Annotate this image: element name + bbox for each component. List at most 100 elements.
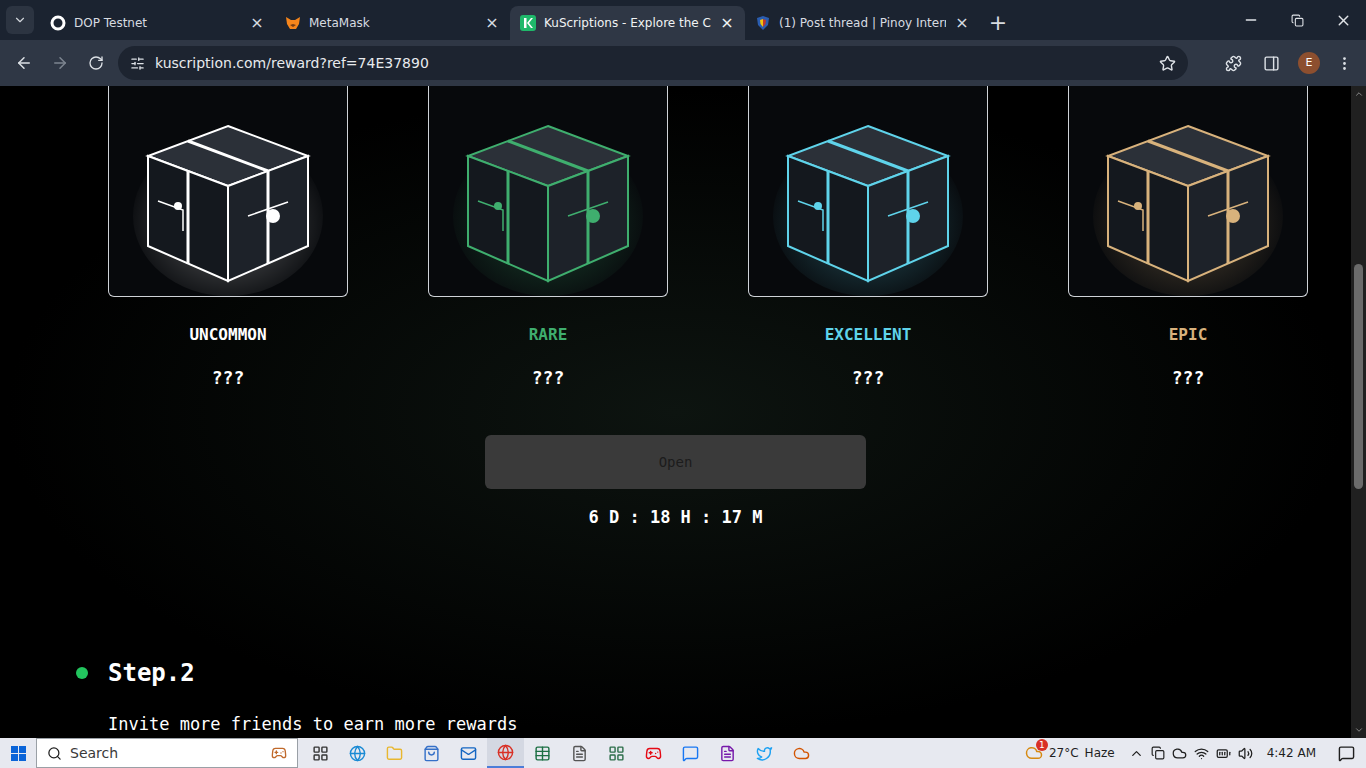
taskbar-search[interactable]: Search	[36, 738, 298, 768]
app-taskbar-button[interactable]	[598, 738, 635, 768]
onenote-taskbar-button[interactable]	[709, 738, 746, 768]
chest-name: EXCELLENT	[825, 325, 912, 345]
tray-overflow-icon[interactable]	[1129, 746, 1144, 761]
site-info-icon	[130, 56, 145, 71]
paint-taskbar-button[interactable]	[783, 738, 820, 768]
file-explorer-icon	[386, 745, 403, 762]
open-button[interactable]: Open	[485, 435, 866, 489]
chest-card[interactable]	[428, 86, 668, 297]
chest-grid: UNCOMMON???RARE???EXCELLENT???EPIC???	[0, 86, 1351, 388]
step-text: Invite more friends to earn more rewards	[0, 713, 1351, 735]
notification-button[interactable]	[1326, 745, 1366, 762]
notepad-icon	[571, 745, 588, 762]
omnibox[interactable]: kuscription.com/reward?ref=74E37890	[118, 46, 1188, 80]
chest-value: ???	[212, 368, 245, 388]
weather-widget[interactable]: 127°CHaze	[1025, 744, 1125, 762]
chest-card[interactable]	[108, 86, 348, 297]
tab-close-button[interactable]: ×	[719, 15, 735, 31]
excel-taskbar-button[interactable]	[524, 738, 561, 768]
restore-icon	[1291, 14, 1304, 27]
tab-title: DOP Testnet	[74, 14, 241, 32]
edge-taskbar-button[interactable]	[339, 738, 376, 768]
profile-button[interactable]: E	[1298, 52, 1320, 74]
onenote-icon	[719, 745, 736, 762]
chest-column: EPIC???	[1028, 86, 1348, 388]
back-button[interactable]	[8, 54, 40, 72]
notification-icon	[1338, 745, 1355, 762]
restore-button[interactable]	[1274, 14, 1320, 27]
chest-column: EXCELLENT???	[708, 86, 1028, 388]
onedrive-icon[interactable]	[1172, 746, 1187, 761]
mail-taskbar-button[interactable]	[450, 738, 487, 768]
bookmark-star-icon[interactable]	[1159, 55, 1176, 72]
scrollbar[interactable]	[1351, 86, 1366, 738]
browser-tab[interactable]: DOP Testnet ×	[40, 6, 275, 40]
task-view-icon	[312, 745, 329, 762]
twitter-taskbar-button[interactable]	[746, 738, 783, 768]
menu-button[interactable]	[1330, 55, 1358, 72]
start-button[interactable]	[0, 746, 36, 761]
close-window-button[interactable]	[1320, 12, 1366, 29]
arrow-left-icon	[15, 54, 33, 72]
mail-icon	[460, 745, 477, 762]
chest-name: EPIC	[1169, 325, 1208, 345]
chest-icon	[448, 106, 648, 296]
chest-card[interactable]	[748, 86, 988, 297]
side-panel-button[interactable]	[1254, 55, 1288, 72]
battery-icon[interactable]	[1216, 746, 1231, 761]
weather-badge: 1	[1036, 739, 1048, 751]
tab-strip: DOP Testnet×MetaMask×KuScriptions - Expl…	[0, 0, 1366, 40]
new-tab-button[interactable]: +	[984, 9, 1012, 37]
tab-close-button[interactable]: ×	[249, 15, 265, 31]
pinoy-shield-icon	[755, 15, 771, 31]
browser-tab[interactable]: MetaMask ×	[275, 6, 510, 40]
chevron-down-icon	[13, 13, 27, 27]
extensions-button[interactable]	[1216, 55, 1250, 72]
tab-close-button[interactable]: ×	[484, 15, 500, 31]
weather-temp: 27°C	[1049, 744, 1079, 762]
search-placeholder: Search	[70, 743, 263, 764]
file-explorer-taskbar-button[interactable]	[376, 738, 413, 768]
arrow-right-icon	[51, 54, 69, 72]
task-view-taskbar-button[interactable]	[302, 738, 339, 768]
puzzle-icon	[1225, 55, 1242, 72]
tab-close-button[interactable]: ×	[954, 15, 970, 31]
paint-icon	[793, 745, 810, 762]
store-taskbar-button[interactable]	[413, 738, 450, 768]
chest-name: UNCOMMON	[189, 325, 266, 345]
search-highlight-icon	[271, 745, 287, 761]
chest-card[interactable]	[1068, 86, 1308, 297]
side-panel-icon	[1263, 55, 1280, 72]
chest-value: ???	[532, 368, 565, 388]
browser-tab[interactable]: (1) Post thread | Pinoy Internet ×	[745, 6, 980, 40]
volume-icon[interactable]	[1238, 746, 1253, 761]
tab-title: MetaMask	[309, 14, 476, 32]
chrome-taskbar-button[interactable]	[487, 738, 524, 768]
meet-now-icon[interactable]	[1151, 746, 1165, 760]
tab-title: KuScriptions - Explore the Crea	[544, 14, 711, 32]
tab-search-button[interactable]	[6, 6, 34, 34]
scroll-up-icon	[1354, 89, 1364, 99]
browser-tab[interactable]: KuScriptions - Explore the Crea ×	[510, 6, 745, 40]
messenger-taskbar-button[interactable]	[672, 738, 709, 768]
forward-button[interactable]	[44, 54, 76, 72]
reward-page: UNCOMMON???RARE???EXCELLENT???EPIC???Ope…	[0, 86, 1351, 738]
chest-icon	[1088, 106, 1288, 296]
wifi-icon[interactable]	[1194, 746, 1209, 761]
step-dot	[76, 667, 88, 679]
chest-column: UNCOMMON???	[68, 86, 388, 388]
notepad-taskbar-button[interactable]	[561, 738, 598, 768]
weather-condition: Haze	[1085, 744, 1115, 762]
reload-button[interactable]	[80, 55, 112, 71]
clock[interactable]: 4:42 AM	[1257, 744, 1326, 762]
toolbar: kuscription.com/reward?ref=74E37890 E	[0, 40, 1366, 86]
page-viewport: UNCOMMON???RARE???EXCELLENT???EPIC???Ope…	[0, 86, 1366, 738]
minimize-button[interactable]	[1228, 12, 1274, 28]
scroll-down-icon	[1354, 725, 1364, 735]
tab-title: (1) Post thread | Pinoy Internet	[779, 14, 946, 32]
edge-icon	[349, 745, 366, 762]
reload-icon	[88, 55, 104, 71]
chest-value: ???	[852, 368, 885, 388]
netflix-taskbar-button[interactable]	[635, 738, 672, 768]
scrollbar-thumb[interactable]	[1354, 264, 1363, 489]
